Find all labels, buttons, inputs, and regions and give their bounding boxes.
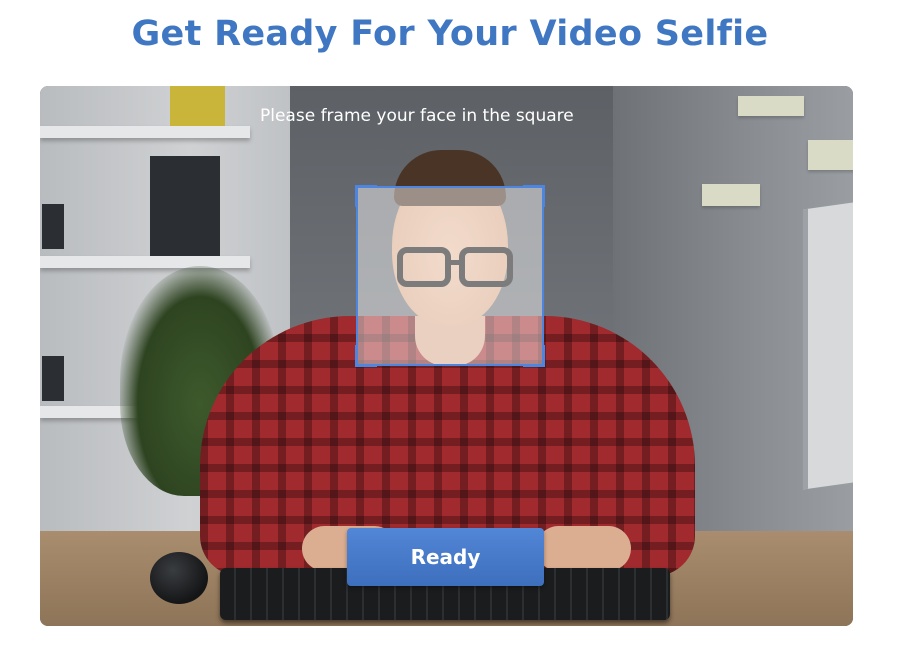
page-title: Get Ready For Your Video Selfie: [131, 14, 769, 54]
frame-corner: [355, 185, 377, 207]
frame-bottom-edge: [356, 364, 544, 366]
face-frame: [355, 185, 545, 367]
shelf-object: [150, 156, 220, 256]
whiteboard: [803, 202, 853, 490]
ready-button[interactable]: Ready: [347, 528, 544, 586]
shelf: [40, 256, 250, 268]
frame-corner: [523, 345, 545, 367]
camera-preview: Please frame your face in the square Rea…: [40, 86, 853, 626]
sticky-note: [702, 184, 760, 206]
frame-corner: [355, 345, 377, 367]
frame-corner: [523, 185, 545, 207]
person-hand: [536, 526, 631, 571]
frame-instruction-text: Please frame your face in the square: [260, 106, 574, 126]
frame-left-edge: [356, 186, 358, 366]
shelf: [40, 126, 250, 138]
shelf-object: [42, 356, 64, 401]
computer-mouse: [150, 552, 208, 604]
frame-instruction: Please frame your face in the square: [40, 106, 853, 126]
sticky-note: [808, 140, 853, 170]
frame-right-edge: [542, 186, 544, 366]
shelf-object: [42, 204, 64, 249]
frame-top-edge: [356, 186, 544, 188]
